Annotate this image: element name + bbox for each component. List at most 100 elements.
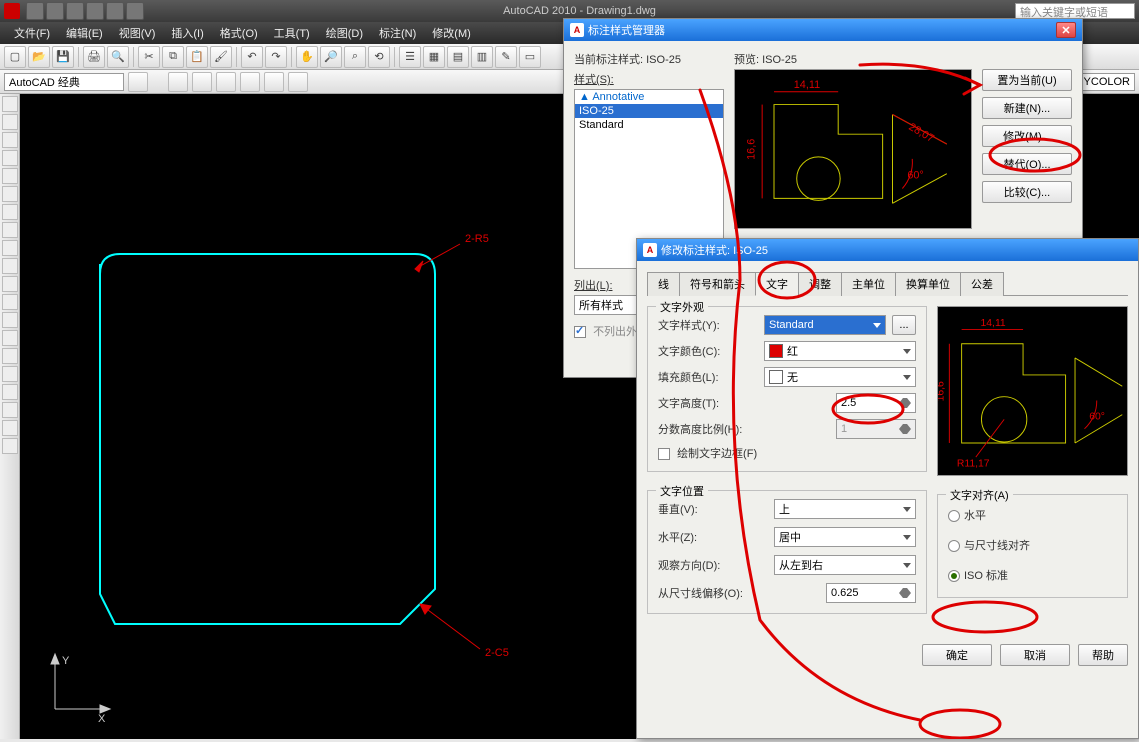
qat-undo-icon[interactable] [86, 2, 104, 20]
qat-new-icon[interactable] [26, 2, 44, 20]
layer-off-icon[interactable] [240, 72, 260, 92]
tab-text[interactable]: 文字 [755, 272, 799, 296]
draw-frame-check[interactable] [658, 448, 670, 460]
tool-addselected-icon[interactable] [2, 438, 18, 454]
align-iso-radio[interactable]: ISO 标准 [948, 567, 1117, 583]
menu-draw[interactable]: 绘图(D) [320, 23, 369, 43]
tool-preview-icon[interactable]: 🔍 [107, 46, 129, 68]
text-height-spinner[interactable]: 2.5 [836, 393, 916, 413]
menu-edit[interactable]: 编辑(E) [60, 23, 109, 43]
tool-ellipsearc-icon[interactable] [2, 276, 18, 292]
tool-calc-icon[interactable]: ▭ [519, 46, 541, 68]
tool-plot-icon[interactable]: 🖨 [83, 46, 105, 68]
tool-zoom-icon[interactable]: 🔎 [320, 46, 342, 68]
tab-symbols[interactable]: 符号和箭头 [679, 272, 756, 296]
compare-style-button[interactable]: 比较(C)... [982, 181, 1072, 203]
tab-tolerance[interactable]: 公差 [960, 272, 1004, 296]
tab-lines[interactable]: 线 [647, 272, 680, 296]
tool-copy-icon[interactable]: ⧉ [162, 46, 184, 68]
tool-save-icon[interactable]: 💾 [52, 46, 74, 68]
tool-pline-icon[interactable] [2, 132, 18, 148]
horizontal-combo[interactable]: 居中 [774, 527, 916, 547]
dlg2-titlebar[interactable]: A 修改标注样式: ISO-25 [637, 239, 1138, 261]
offset-spinner[interactable]: 0.625 [826, 583, 916, 603]
tool-redo-icon[interactable]: ↷ [265, 46, 287, 68]
new-style-button[interactable]: 新建(N)... [982, 97, 1072, 119]
layer-lock-icon[interactable] [264, 72, 284, 92]
layer-freeze-icon[interactable] [216, 72, 236, 92]
help-search-input[interactable]: 输入关键字或短语 [1015, 3, 1135, 19]
text-style-combo[interactable]: Standard [764, 315, 886, 335]
menu-view[interactable]: 视图(V) [113, 23, 162, 43]
qat-print-icon[interactable] [126, 2, 144, 20]
tool-point-icon[interactable] [2, 330, 18, 346]
layer-color-icon[interactable] [288, 72, 308, 92]
workspace-combo[interactable]: AutoCAD 经典 [4, 73, 124, 91]
style-item-standard[interactable]: Standard [575, 118, 723, 132]
tool-pan-icon[interactable]: ✋ [296, 46, 318, 68]
dlg1-close-icon[interactable]: ✕ [1056, 22, 1076, 38]
menu-tools[interactable]: 工具(T) [268, 23, 316, 43]
tool-mtext-icon[interactable] [2, 420, 18, 436]
fill-color-combo[interactable]: 无 [764, 367, 916, 387]
tool-region-icon[interactable] [2, 384, 18, 400]
tool-block-icon[interactable] [2, 312, 18, 328]
tool-insert-icon[interactable] [2, 294, 18, 310]
tool-paste-icon[interactable]: 📋 [186, 46, 208, 68]
tool-rectangle-icon[interactable] [2, 168, 18, 184]
tool-matchprop-icon[interactable]: 🖌 [210, 46, 232, 68]
tool-hatch-icon[interactable] [2, 348, 18, 364]
menu-modify[interactable]: 修改(M) [426, 23, 477, 43]
menu-dimension[interactable]: 标注(N) [373, 23, 422, 43]
dlg1-titlebar[interactable]: A 标注样式管理器 ✕ [564, 19, 1082, 41]
tool-xline-icon[interactable] [2, 114, 18, 130]
tool-toolpalettes-icon[interactable]: ▤ [447, 46, 469, 68]
vertical-combo[interactable]: 上 [774, 499, 916, 519]
tool-polygon-icon[interactable] [2, 150, 18, 166]
qat-open-icon[interactable] [46, 2, 64, 20]
layer-manager-icon[interactable] [168, 72, 188, 92]
tool-ellipse-icon[interactable] [2, 258, 18, 274]
qat-save-icon[interactable] [66, 2, 84, 20]
tool-zoomprev-icon[interactable]: ⟲ [368, 46, 390, 68]
text-style-browse-button[interactable]: ... [892, 315, 916, 335]
tool-zoomwin-icon[interactable]: ⌕ [344, 46, 366, 68]
tool-markup-icon[interactable]: ✎ [495, 46, 517, 68]
modify-style-button[interactable]: 修改(M)... [982, 125, 1072, 147]
style-item-annotative[interactable]: ▲ Annotative [575, 90, 723, 104]
layer-states-icon[interactable] [192, 72, 212, 92]
menu-format[interactable]: 格式(O) [214, 23, 264, 43]
menu-file[interactable]: 文件(F) [8, 23, 56, 43]
tool-sheetset-icon[interactable]: ▥ [471, 46, 493, 68]
tab-fit[interactable]: 调整 [798, 272, 842, 296]
tab-alternate[interactable]: 换算单位 [895, 272, 961, 296]
help-button[interactable]: 帮助 [1078, 644, 1128, 666]
qat-redo-icon[interactable] [106, 2, 124, 20]
tool-designcenter-icon[interactable]: ▦ [423, 46, 445, 68]
text-color-combo[interactable]: 红 [764, 341, 916, 361]
ws-settings-icon[interactable] [128, 72, 148, 92]
viewdir-combo[interactable]: 从左到右 [774, 555, 916, 575]
tool-open-icon[interactable]: 📂 [28, 46, 50, 68]
tool-circle-icon[interactable] [2, 204, 18, 220]
tool-properties-icon[interactable]: ☰ [399, 46, 421, 68]
set-current-button[interactable]: 置为当前(U) [982, 69, 1072, 91]
style-item-iso25[interactable]: ISO-25 [575, 104, 723, 118]
align-dimline-radio[interactable]: 与尺寸线对齐 [948, 537, 1117, 553]
tool-revcloud-icon[interactable] [2, 222, 18, 238]
tool-new-icon[interactable]: ▢ [4, 46, 26, 68]
align-horiz-radio[interactable]: 水平 [948, 507, 1117, 523]
ok-button[interactable]: 确定 [922, 644, 992, 666]
tool-table-icon[interactable] [2, 402, 18, 418]
tool-arc-icon[interactable] [2, 186, 18, 202]
tool-cut-icon[interactable]: ✂ [138, 46, 160, 68]
tool-spline-icon[interactable] [2, 240, 18, 256]
app-logo[interactable] [4, 3, 20, 19]
tab-primary[interactable]: 主单位 [841, 272, 896, 296]
tool-undo-icon[interactable]: ↶ [241, 46, 263, 68]
cancel-button[interactable]: 取消 [1000, 644, 1070, 666]
override-style-button[interactable]: 替代(O)... [982, 153, 1072, 175]
menu-insert[interactable]: 插入(I) [165, 23, 209, 43]
tool-line-icon[interactable] [2, 96, 18, 112]
tool-gradient-icon[interactable] [2, 366, 18, 382]
